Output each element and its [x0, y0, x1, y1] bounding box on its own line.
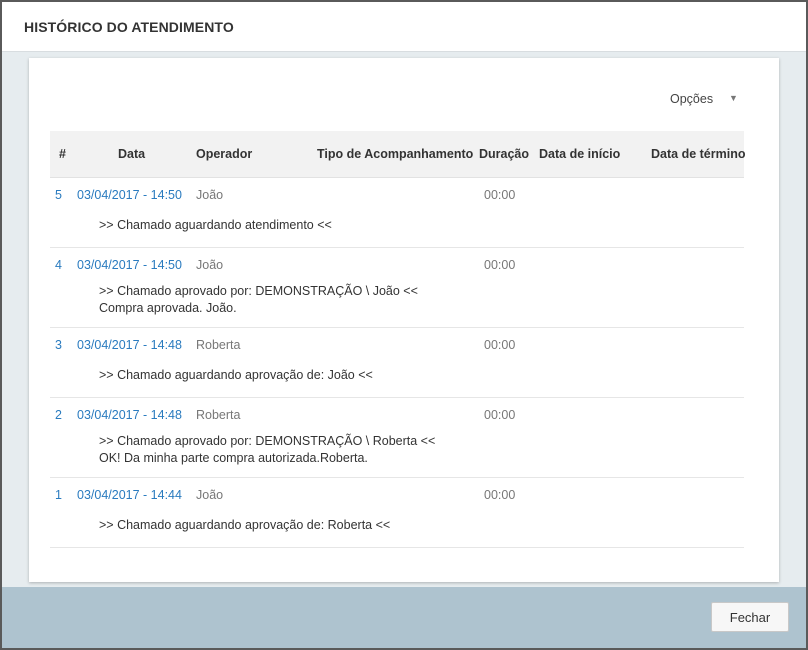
table-row: 1 03/04/2017 - 14:44 João 00:00 >> Chamado a…	[50, 478, 744, 548]
dialog-title: HISTÓRICO DO ATENDIMENTO	[24, 19, 234, 35]
row-description-line: >> Chamado aguardando aprovação de: Robe…	[99, 518, 391, 532]
row-number[interactable]: 5	[55, 188, 62, 202]
row-date-link[interactable]: 03/04/2017 - 14:50	[77, 188, 182, 202]
history-panel: Opções ▼ # Data Operador Tipo de Acompan…	[29, 58, 779, 582]
column-header-duration: Duração	[479, 147, 530, 161]
row-description: >> Chamado aguardando aprovação de: João…	[99, 367, 373, 384]
history-dialog: HISTÓRICO DO ATENDIMENTO Opções ▼ # Data…	[2, 2, 806, 648]
history-table: # Data Operador Tipo de Acompanhamento D…	[50, 131, 746, 548]
row-operator: João	[196, 188, 224, 202]
row-operator: Roberta	[196, 408, 241, 422]
row-description-line: OK! Da minha parte compra autorizada.Rob…	[99, 451, 368, 465]
row-date-link[interactable]: 03/04/2017 - 14:48	[77, 408, 182, 422]
options-dropdown[interactable]: Opções ▼	[670, 92, 738, 106]
row-description: >> Chamado aprovado por: DEMONSTRAÇÃO \ …	[99, 433, 435, 467]
caret-down-icon: ▼	[729, 93, 738, 103]
row-duration: 00:00	[484, 258, 516, 272]
dialog-footer: Fechar	[2, 587, 806, 648]
row-description-line: >> Chamado aguardando aprovação de: João…	[99, 368, 373, 382]
row-number[interactable]: 4	[55, 258, 62, 272]
dialog-header: HISTÓRICO DO ATENDIMENTO	[2, 2, 806, 52]
row-date-link[interactable]: 03/04/2017 - 14:50	[77, 258, 182, 272]
options-label: Opções	[670, 92, 714, 106]
row-duration: 00:00	[484, 408, 516, 422]
row-number[interactable]: 2	[55, 408, 62, 422]
row-number[interactable]: 1	[55, 488, 62, 502]
row-duration: 00:00	[484, 488, 516, 502]
column-header-number: #	[59, 147, 66, 161]
table-row: 2 03/04/2017 - 14:48 Roberta 00:00 >> Chamad…	[50, 398, 744, 478]
row-date-link[interactable]: 03/04/2017 - 14:48	[77, 338, 182, 352]
row-duration: 00:00	[484, 338, 516, 352]
row-number[interactable]: 3	[55, 338, 62, 352]
table-header: # Data Operador Tipo de Acompanhamento D…	[50, 131, 746, 178]
column-header-type: Tipo de Acompanhamento	[317, 147, 474, 161]
row-description: >> Chamado aprovado por: DEMONSTRAÇÃO \ …	[99, 283, 418, 317]
row-description: >> Chamado aguardando aprovação de: Robe…	[99, 517, 390, 534]
row-date-link[interactable]: 03/04/2017 - 14:44	[77, 488, 182, 502]
row-description-line: Compra aprovada. João.	[99, 301, 237, 315]
row-duration: 00:00	[484, 188, 516, 202]
column-header-date: Data	[118, 147, 146, 161]
row-description: >> Chamado aguardando atendimento <<	[99, 217, 332, 234]
table-row: 5 03/04/2017 - 14:50 João 00:00 >> Chamado a…	[50, 178, 744, 248]
row-description-line: >> Chamado aguardando atendimento <<	[99, 218, 332, 232]
row-operator: João	[196, 258, 224, 272]
table-row: 3 03/04/2017 - 14:48 Roberta 00:00 >> Chamad…	[50, 328, 744, 398]
row-description-line: >> Chamado aprovado por: DEMONSTRAÇÃO \ …	[99, 284, 418, 298]
row-description-line: >> Chamado aprovado por: DEMONSTRAÇÃO \ …	[99, 434, 436, 448]
column-header-operator: Operador	[196, 147, 253, 161]
close-button[interactable]: Fechar	[711, 602, 789, 632]
table-row: 4 03/04/2017 - 14:50 João 00:00 >> Chamado a…	[50, 248, 744, 328]
column-header-start-date: Data de início	[539, 147, 621, 161]
column-header-end-date: Data de término	[651, 147, 746, 161]
row-operator: João	[196, 488, 224, 502]
table-body: 5 03/04/2017 - 14:50 João 00:00 >> Chamado a…	[50, 178, 744, 548]
row-operator: Roberta	[196, 338, 241, 352]
